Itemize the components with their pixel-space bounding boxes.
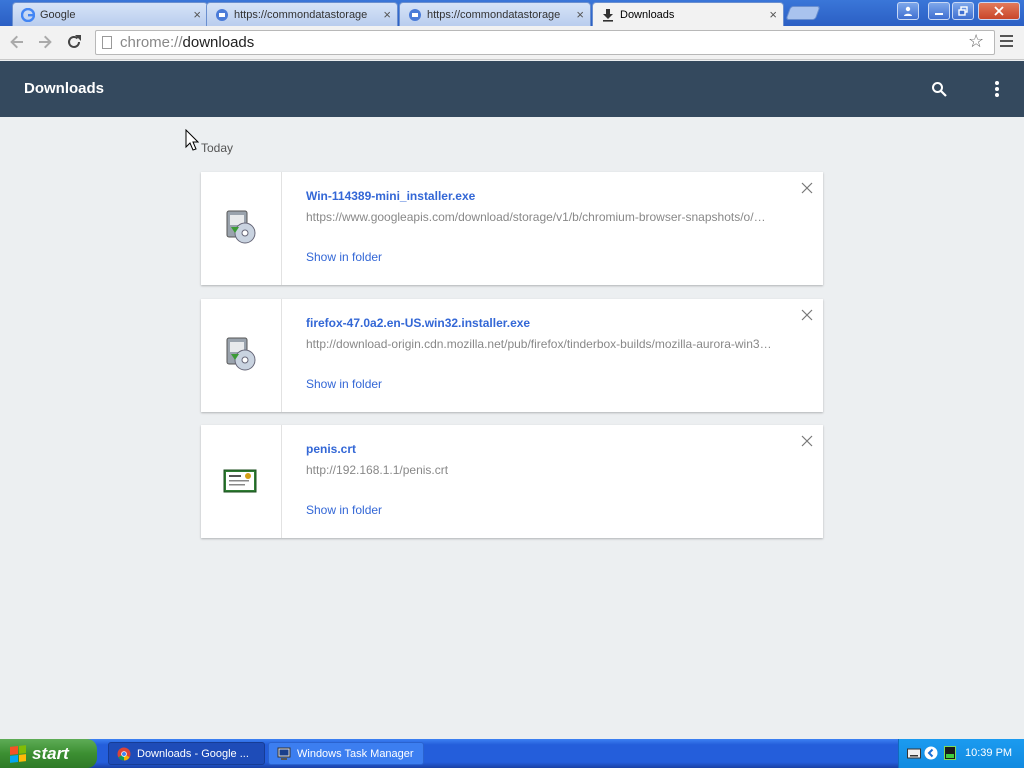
start-label: start: [32, 743, 69, 763]
restore-icon: [958, 6, 968, 16]
windows-taskbar: start Downloads - Google ... Windows Tas…: [0, 739, 1024, 768]
file-icon-column: [201, 299, 282, 412]
url-scheme: chrome://: [120, 34, 183, 51]
installer-icon: [226, 210, 256, 244]
address-bar[interactable]: chrome://downloads: [95, 30, 995, 55]
profile-button[interactable]: [897, 2, 919, 20]
new-tab-button[interactable]: [785, 6, 821, 20]
url-path: downloads: [182, 34, 255, 51]
chrome-icon: [117, 747, 131, 760]
keyboard-icon[interactable]: [907, 748, 921, 760]
browser-titlebar: Google × https://commondatastorage × htt…: [0, 0, 1024, 26]
tab-title: Downloads: [620, 8, 675, 21]
chrome-menu-icon[interactable]: [1000, 35, 1013, 50]
tab-google[interactable]: Google ×: [12, 2, 208, 26]
google-icon: [21, 7, 35, 22]
file-icon-column: [201, 172, 282, 285]
section-heading-today: Today: [201, 141, 234, 155]
browser-toolbar: chrome://downloads ☆: [0, 26, 1024, 60]
address-url: chrome://downloads: [120, 34, 254, 51]
arrow-right-icon: [39, 35, 52, 49]
remove-close-icon[interactable]: [801, 435, 813, 447]
more-options-icon[interactable]: [995, 81, 999, 99]
taskbar-item-label: Downloads - Google ...: [137, 747, 249, 760]
minimize-button[interactable]: [928, 2, 950, 20]
tab-close-icon[interactable]: ×: [383, 7, 391, 22]
page-title: Downloads: [24, 80, 105, 97]
user-icon: [904, 6, 912, 16]
show-in-folder-link[interactable]: Show in folder: [306, 250, 382, 264]
reload-icon: [68, 35, 81, 48]
downloads-header: Downloads: [0, 61, 1024, 117]
download-item: Win-114389-mini_installer.exe https://ww…: [201, 172, 823, 285]
tab-page-icon: [216, 8, 228, 21]
tab-title: https://commondatastorage: [234, 8, 368, 21]
forward-button[interactable]: [34, 31, 56, 53]
task-manager-icon: [277, 747, 291, 760]
download-source-url[interactable]: https://www.googleapis.com/download/stor…: [306, 210, 776, 224]
back-button[interactable]: [6, 31, 28, 53]
show-in-folder-link[interactable]: Show in folder: [306, 503, 382, 517]
tab-title: https://commondatastorage: [427, 8, 561, 21]
download-source-url[interactable]: http://192.168.1.1/penis.crt: [306, 463, 776, 477]
reload-button[interactable]: [63, 31, 85, 53]
system-tray: 10:39 PM: [898, 739, 1024, 768]
tab-commondatastorage-2[interactable]: https://commondatastorage ×: [399, 2, 591, 26]
show-hidden-icons-icon[interactable]: [924, 746, 938, 760]
window-close-button[interactable]: [978, 2, 1020, 20]
tab-title: Google: [40, 8, 76, 21]
installer-icon: [226, 337, 256, 371]
file-icon-column: [201, 425, 282, 538]
close-icon: [994, 6, 1004, 16]
tab-close-icon[interactable]: ×: [576, 7, 584, 22]
download-file-name-link[interactable]: penis.crt: [306, 442, 356, 456]
network-monitor-icon[interactable]: [944, 746, 956, 760]
tab-close-icon[interactable]: ×: [769, 7, 777, 22]
windows-logo-icon: [10, 744, 26, 763]
tab-page-icon: [409, 8, 421, 21]
certificate-icon: [223, 469, 257, 493]
mouse-cursor-icon: [185, 129, 199, 151]
download-file-name-link[interactable]: firefox-47.0a2.en-US.win32.installer.exe: [306, 316, 530, 330]
arrow-left-icon: [10, 35, 23, 49]
remove-close-icon[interactable]: [801, 182, 813, 194]
remove-close-icon[interactable]: [801, 309, 813, 321]
clock: 10:39 PM: [965, 747, 1013, 759]
show-in-folder-link[interactable]: Show in folder: [306, 377, 382, 391]
download-item: penis.crt http://192.168.1.1/penis.crt S…: [201, 425, 823, 538]
search-icon[interactable]: [931, 81, 947, 97]
download-icon: [603, 8, 613, 22]
tab-downloads[interactable]: Downloads ×: [592, 2, 784, 26]
download-file-name-link[interactable]: Win-114389-mini_installer.exe: [306, 189, 475, 203]
taskbar-item-label: Windows Task Manager: [297, 747, 414, 760]
download-item: firefox-47.0a2.en-US.win32.installer.exe…: [201, 299, 823, 412]
tab-close-icon[interactable]: ×: [193, 7, 201, 22]
tab-commondatastorage-1[interactable]: https://commondatastorage ×: [206, 2, 398, 26]
minimize-icon: [935, 13, 943, 15]
taskbar-item-chrome[interactable]: Downloads - Google ...: [108, 742, 265, 765]
taskbar-item-task-manager[interactable]: Windows Task Manager: [268, 742, 424, 765]
download-source-url[interactable]: http://download-origin.cdn.mozilla.net/p…: [306, 337, 776, 351]
restore-button[interactable]: [952, 2, 974, 20]
bookmark-star-icon[interactable]: ☆: [968, 31, 984, 52]
start-button[interactable]: start: [0, 739, 97, 768]
page-icon: [102, 36, 112, 49]
